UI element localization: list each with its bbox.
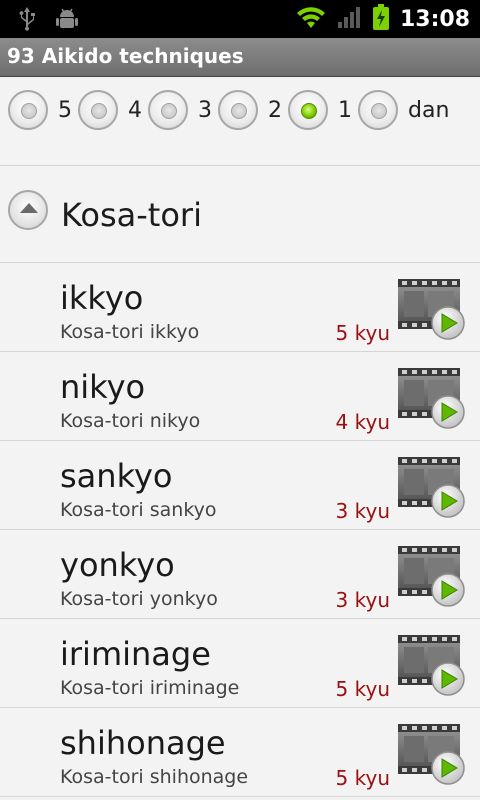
- title-bar: 93 Aikido techniques: [0, 38, 480, 77]
- app-title: 93 Aikido techniques: [7, 44, 244, 68]
- level-option-2[interactable]: 2: [218, 88, 282, 132]
- technique-subtitle: Kosa-tori iriminage: [60, 677, 240, 699]
- video-play-icon[interactable]: [396, 366, 466, 430]
- list-item[interactable]: iriminage Kosa-tori iriminage 5 kyu: [0, 619, 480, 708]
- signal-icon: [336, 4, 362, 34]
- technique-grade: 5 kyu: [335, 677, 390, 701]
- technique-subtitle: Kosa-tori shihonage: [60, 766, 249, 788]
- status-time: 13:08: [399, 6, 470, 32]
- list-item[interactable]: sankyo Kosa-tori sankyo 3 kyu: [0, 441, 480, 530]
- level-selector: 5 4 3 2 1 dan: [0, 77, 480, 166]
- android-debug-icon: [54, 6, 80, 36]
- technique-grade: 5 kyu: [335, 321, 390, 345]
- technique-name: ikkyo: [60, 279, 144, 317]
- technique-name: sankyo: [60, 457, 173, 495]
- status-bar: 13:08: [0, 0, 480, 38]
- usb-icon: [14, 6, 40, 36]
- level-option-4[interactable]: 4: [78, 88, 142, 132]
- technique-name: iriminage: [60, 635, 211, 673]
- technique-subtitle: Kosa-tori nikyo: [60, 410, 201, 432]
- technique-grade: 3 kyu: [335, 588, 390, 612]
- technique-name: yonkyo: [60, 546, 175, 584]
- level-label: dan: [408, 97, 450, 123]
- video-play-icon[interactable]: [396, 544, 466, 608]
- radio-button[interactable]: [218, 90, 258, 130]
- battery-charging-icon: [372, 3, 390, 35]
- video-play-icon[interactable]: [396, 633, 466, 697]
- list-item[interactable]: shihonage Kosa-tori shihonage 5 kyu: [0, 708, 480, 797]
- list-item[interactable]: yonkyo Kosa-tori yonkyo 3 kyu: [0, 530, 480, 619]
- technique-subtitle: Kosa-tori sankyo: [60, 499, 217, 521]
- level-option-5[interactable]: 5: [8, 88, 72, 132]
- level-label: 2: [268, 97, 282, 123]
- radio-button[interactable]: [148, 90, 188, 130]
- group-title: Kosa-tori: [61, 196, 202, 234]
- level-option-1[interactable]: 1: [288, 88, 352, 132]
- technique-subtitle: Kosa-tori yonkyo: [60, 588, 218, 610]
- list-item[interactable]: nikyo Kosa-tori nikyo 4 kyu: [0, 352, 480, 441]
- wifi-icon: [296, 4, 326, 34]
- level-label: 1: [338, 97, 352, 123]
- level-label: 5: [58, 97, 72, 123]
- video-play-icon[interactable]: [396, 455, 466, 519]
- technique-grade: 4 kyu: [335, 410, 390, 434]
- radio-button[interactable]: [358, 90, 398, 130]
- technique-grade: 5 kyu: [335, 766, 390, 790]
- group-header-kosa-tori[interactable]: Kosa-tori: [0, 166, 480, 263]
- technique-name: shihonage: [60, 724, 226, 762]
- technique-name: nikyo: [60, 368, 146, 406]
- list-item[interactable]: ikkyo Kosa-tori ikkyo 5 kyu: [0, 263, 480, 352]
- level-option-3[interactable]: 3: [148, 88, 212, 132]
- technique-list: ikkyo Kosa-tori ikkyo 5 kyu nikyo Kosa-t…: [0, 263, 480, 797]
- radio-button[interactable]: [8, 90, 48, 130]
- technique-subtitle: Kosa-tori ikkyo: [60, 321, 200, 343]
- level-label: 3: [198, 97, 212, 123]
- level-label: 4: [128, 97, 142, 123]
- video-play-icon[interactable]: [396, 722, 466, 786]
- chevron-up-icon[interactable]: [8, 190, 48, 230]
- radio-button[interactable]: [78, 90, 118, 130]
- level-option-dan[interactable]: dan: [358, 88, 449, 132]
- video-play-icon[interactable]: [396, 277, 466, 341]
- radio-button-selected[interactable]: [288, 90, 328, 130]
- technique-grade: 3 kyu: [335, 499, 390, 523]
